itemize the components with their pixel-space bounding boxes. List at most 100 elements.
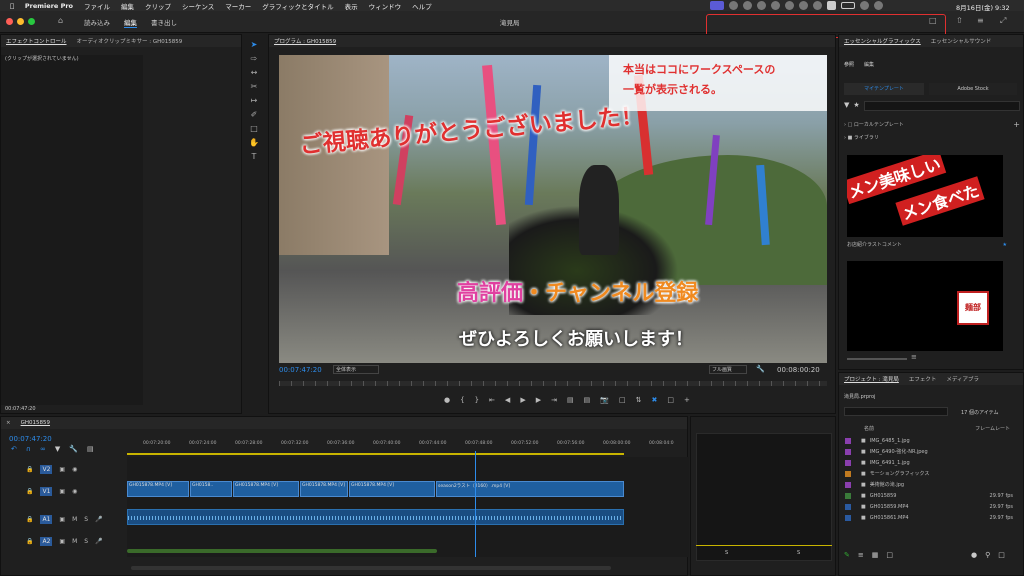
tab-export[interactable]: 書き出し [151, 17, 177, 27]
status-icon[interactable] [743, 1, 752, 10]
work-area-bar[interactable] [127, 453, 624, 455]
mark-out-icon[interactable]: } [475, 396, 479, 404]
video-frame[interactable]: ご視聴ありがとうございました！ 高評価・チャンネル登録 ぜひよろしくお願いします… [279, 55, 827, 363]
toggle-sync-icon[interactable]: ▣ [59, 516, 65, 523]
visibility-icon[interactable]: ◉ [72, 466, 77, 473]
toggle-sync-icon[interactable]: ▣ [59, 488, 65, 495]
template-thumbnail[interactable]: メン美味しい メン食べた [847, 155, 1003, 237]
solo-icon[interactable]: S [84, 516, 88, 523]
project-item[interactable]: ■ IMG_6491_1.jpg [839, 457, 1024, 468]
status-icon[interactable] [757, 1, 766, 10]
solo-left-button[interactable]: S [725, 550, 728, 556]
toggle-sync-icon[interactable]: ▣ [59, 538, 65, 545]
list-view-icon[interactable]: ≡ [911, 353, 917, 361]
workspace-panel-icon[interactable]: □ [929, 17, 937, 25]
status-icon[interactable] [785, 1, 794, 10]
audio-clip[interactable] [127, 509, 624, 525]
filter-icon[interactable]: ▼ [844, 101, 849, 111]
snap-icon[interactable]: ↶ [11, 445, 17, 453]
app-status-icon[interactable] [710, 1, 724, 10]
mic-icon[interactable]: 🎤 [95, 516, 102, 523]
go-to-out-icon[interactable]: ⇥ [551, 396, 557, 404]
add-button-icon[interactable]: + [684, 396, 690, 404]
trim-icon[interactable]: ✖ [651, 396, 657, 404]
visibility-icon[interactable]: M [72, 538, 77, 545]
timeline-scrollbar[interactable] [127, 549, 437, 553]
menu-item[interactable]: マーカー [225, 1, 251, 11]
menu-item[interactable]: 編集 [121, 1, 134, 11]
quality-select[interactable]: フル画質 [709, 365, 747, 374]
list-view-icon[interactable]: ≡ [858, 551, 864, 559]
solo-right-button[interactable]: S [797, 550, 800, 556]
lock-icon[interactable]: 🔒 [26, 516, 33, 523]
selection-tool-icon[interactable]: ➤ [251, 40, 258, 49]
status-icon[interactable] [729, 1, 738, 10]
search-icon[interactable] [874, 1, 883, 10]
timeline-playhead[interactable] [475, 451, 476, 557]
video-clip[interactable]: GH015878.MP4 [V] [233, 481, 299, 497]
go-to-in-icon[interactable]: ⇤ [489, 396, 495, 404]
track-label[interactable]: V1 [40, 486, 53, 496]
my-templates-button[interactable]: マイテンプレート [844, 83, 924, 95]
settings-wrench-icon[interactable]: 🔧 [69, 445, 78, 453]
track-header[interactable]: 🔒 A2 ▣ M S 🎤 [1, 533, 125, 549]
close-window-button[interactable] [6, 18, 13, 25]
program-timecode[interactable]: 00:07:47:20 [279, 366, 322, 374]
track-label[interactable]: A2 [40, 536, 53, 546]
quick-settings-icon[interactable]: ≡ [977, 17, 984, 25]
lift-icon[interactable]: ▤ [567, 396, 574, 404]
lock-icon[interactable]: 🔒 [26, 466, 33, 473]
visibility-icon[interactable]: M [72, 516, 77, 523]
video-clip[interactable]: GH015878.MP4 [V] [349, 481, 435, 497]
adobe-stock-button[interactable]: Adobe Stock [929, 83, 1017, 95]
battery-icon[interactable] [841, 2, 855, 9]
tab-browse[interactable]: 参照 [844, 61, 854, 68]
magnet-icon[interactable]: ∩ [26, 445, 31, 453]
step-forward-icon[interactable]: ▶ [536, 396, 541, 404]
transmit-icon[interactable]: ⇅ [636, 396, 642, 404]
app-menu[interactable]: Premiere Pro [25, 2, 73, 10]
star-icon[interactable]: ★ [853, 101, 859, 111]
track-area[interactable]: GH015878.MP4 [V] GH0158.. GH015878.MP4 [… [127, 451, 689, 557]
project-item[interactable]: ■ GH015859 29.97 fps [839, 490, 1024, 501]
wifi-icon[interactable] [860, 1, 869, 10]
slider-icon[interactable]: ● [971, 551, 977, 559]
captions-icon[interactable]: ▤ [87, 445, 94, 453]
maximize-window-button[interactable] [28, 18, 35, 25]
sequence-tab[interactable]: GH015859 [21, 420, 50, 426]
project-item[interactable]: ■ モーショングラフィックス [839, 468, 1024, 479]
local-templates-row[interactable]: › □ ローカルテンプレート + [844, 119, 1020, 130]
minimize-window-button[interactable] [17, 18, 24, 25]
menu-item[interactable]: シーケンス [182, 1, 214, 11]
lock-icon[interactable]: 🔒 [26, 538, 33, 545]
compare-icon[interactable]: □ [619, 396, 626, 404]
add-marker-icon[interactable]: ● [444, 396, 450, 404]
video-clip[interactable]: season2ラスト（2160）.mp4 [V] [436, 481, 624, 497]
rectangle-tool-icon[interactable]: □ [250, 124, 258, 133]
razor-tool-icon[interactable]: ✂ [251, 82, 258, 91]
menu-item[interactable]: ヘルプ [412, 1, 432, 11]
status-icon[interactable] [771, 1, 780, 10]
step-back-icon[interactable]: ◀ [505, 396, 510, 404]
timeline-hscroll[interactable] [131, 566, 611, 570]
favorite-star-icon[interactable]: ★ [1003, 242, 1007, 248]
pencil-icon[interactable]: ✎ [844, 551, 850, 559]
fullscreen-icon[interactable]: ⤢ [1000, 17, 1006, 25]
export-frame-icon[interactable]: 📷 [600, 396, 609, 404]
hand-tool-icon[interactable]: ✋ [249, 138, 259, 147]
video-clip[interactable]: GH015878.MP4 [V] [127, 481, 189, 497]
visibility-icon[interactable]: ◉ [72, 488, 77, 495]
library-row[interactable]: › ■ ライブラリ [844, 132, 1020, 143]
type-tool-icon[interactable]: T [252, 152, 257, 161]
icon-view-icon[interactable]: ▦ [872, 551, 879, 559]
freeform-view-icon[interactable]: □ [886, 551, 893, 559]
program-scrubber[interactable] [279, 381, 827, 386]
track-select-tool-icon[interactable]: ⇨ [251, 54, 258, 63]
share-icon[interactable]: ⇧ [956, 17, 963, 25]
tab-effect-controls[interactable]: エフェクトコントロール [6, 37, 67, 45]
home-icon[interactable]: ⌂ [58, 17, 63, 25]
lock-icon[interactable]: 🔒 [26, 488, 33, 495]
template-thumbnail-2[interactable]: 麺部 [847, 261, 1003, 351]
essential-search-input[interactable] [863, 101, 1020, 111]
tab-edit[interactable]: 編集 [124, 17, 137, 28]
